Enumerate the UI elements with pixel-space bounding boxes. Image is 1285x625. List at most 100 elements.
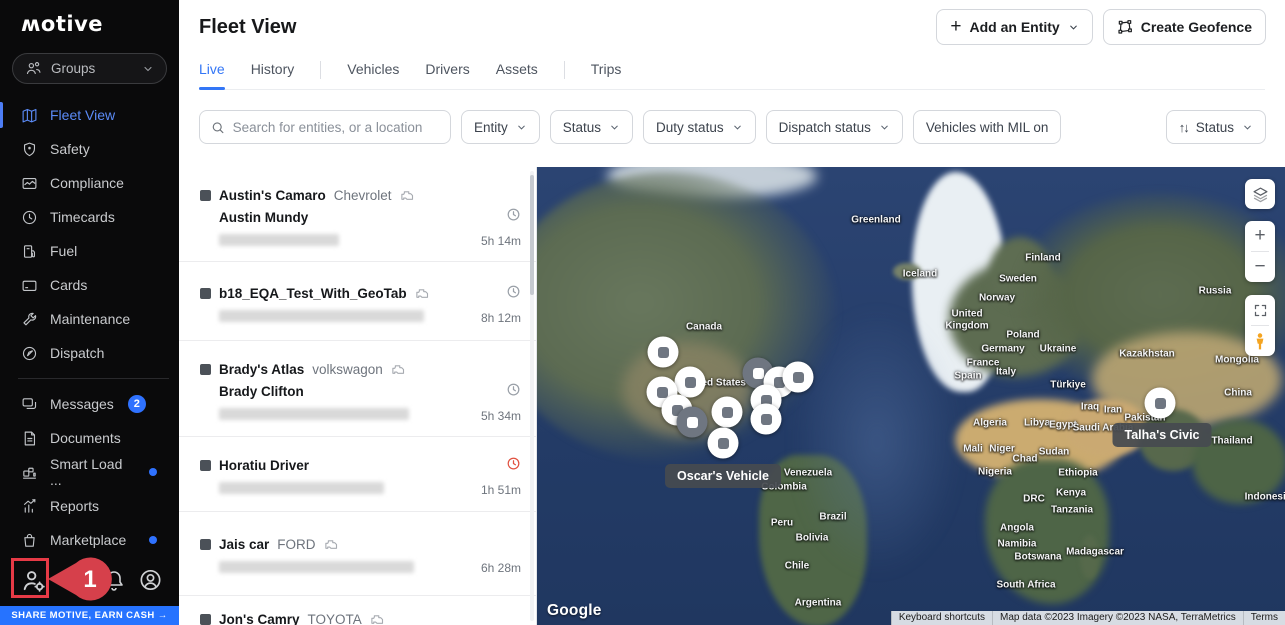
sidebar-item-fleet-view[interactable]: Fleet View bbox=[0, 98, 179, 132]
vehicle-label[interactable]: Talha's Civic bbox=[1113, 423, 1212, 447]
vehicle-label[interactable]: Oscar's Vehicle bbox=[665, 464, 781, 488]
chevron-down-icon bbox=[142, 63, 154, 75]
zoom-in-button[interactable]: + bbox=[1245, 221, 1275, 251]
account-icon[interactable] bbox=[138, 566, 163, 594]
sidebar-item-timecards[interactable]: Timecards bbox=[0, 200, 179, 234]
keyboard-shortcuts-link[interactable]: Keyboard shortcuts bbox=[891, 611, 992, 625]
redacted-address bbox=[219, 561, 414, 573]
search-box[interactable] bbox=[199, 110, 451, 144]
share-motive-banner[interactable]: SHARE MOTIVE, EARN CASH → bbox=[0, 606, 179, 625]
vehicle-name: Brady's Atlas bbox=[219, 362, 304, 377]
clock-icon bbox=[21, 209, 38, 226]
sidebar-item-fuel[interactable]: Fuel bbox=[0, 234, 179, 268]
tab-drivers[interactable]: Drivers bbox=[425, 61, 469, 89]
layers-button[interactable] bbox=[1245, 179, 1275, 209]
sidebar-item-label: Smart Load ... bbox=[50, 456, 137, 488]
create-geofence-button[interactable]: Create Geofence bbox=[1103, 9, 1266, 45]
vehicle-cluster-marker[interactable] bbox=[712, 397, 743, 428]
vehicle-cluster-marker[interactable] bbox=[1145, 388, 1176, 419]
map-icon bbox=[21, 107, 38, 124]
wrench-icon bbox=[21, 311, 38, 328]
tab-live[interactable]: Live bbox=[199, 61, 225, 89]
shopping-bag-icon bbox=[21, 532, 38, 549]
shield-icon bbox=[21, 141, 38, 158]
vehicle-cluster-marker[interactable] bbox=[648, 337, 679, 368]
sidebar-item-documents[interactable]: Documents bbox=[0, 421, 179, 455]
engine-icon bbox=[324, 538, 339, 551]
vehicle-maker: Chevrolet bbox=[334, 188, 392, 203]
new-feature-dot bbox=[149, 536, 157, 544]
map-land bbox=[985, 459, 1109, 604]
scrollbar-thumb[interactable] bbox=[530, 175, 534, 295]
vehicle-row[interactable]: Horatiu Driver 1h 51m bbox=[179, 437, 536, 512]
vehicle-square-icon bbox=[200, 614, 211, 625]
mil-filter-label: Vehicles with MIL on bbox=[926, 120, 1049, 135]
fleet-view-app: ʍotive Groups Fleet View Safety Complian… bbox=[0, 0, 1285, 625]
sidebar-item-label: Messages bbox=[50, 396, 114, 412]
chevron-down-icon bbox=[609, 122, 620, 133]
duration: 8h 12m bbox=[481, 311, 521, 325]
sidebar-item-messages[interactable]: Messages 2 bbox=[0, 387, 179, 421]
vehicle-list: Austin's Camaro Chevrolet Austin Mundy 5… bbox=[179, 167, 537, 625]
redacted-address bbox=[219, 310, 424, 322]
duty-status-filter-label: Duty status bbox=[656, 120, 724, 135]
banner-label: SHARE MOTIVE, EARN CASH → bbox=[11, 610, 167, 621]
vehicle-cluster-marker[interactable] bbox=[783, 362, 814, 393]
search-input[interactable] bbox=[233, 120, 439, 135]
vehicle-maker: TOYOTA bbox=[308, 612, 362, 625]
vehicle-row[interactable]: Brady's Atlas volkswagon Brady Clifton 5… bbox=[179, 341, 536, 437]
sidebar-item-dispatch[interactable]: Dispatch bbox=[0, 336, 179, 370]
vehicle-maker: volkswagon bbox=[312, 362, 383, 377]
chevron-down-icon bbox=[732, 122, 743, 133]
vehicle-row[interactable]: Austin's Camaro Chevrolet Austin Mundy 5… bbox=[179, 167, 536, 262]
vehicle-cluster-marker[interactable] bbox=[675, 367, 706, 398]
street-view-pegman[interactable] bbox=[1245, 326, 1275, 356]
sidebar-item-label: Fleet View bbox=[50, 107, 115, 123]
fullscreen-button[interactable] bbox=[1245, 295, 1275, 325]
groups-selector[interactable]: Groups bbox=[12, 53, 167, 84]
add-entity-button[interactable]: + Add an Entity bbox=[936, 9, 1092, 45]
redacted-address bbox=[219, 482, 384, 494]
vehicle-row[interactable]: Jon's Camry TOYOTA bbox=[179, 596, 536, 625]
sidebar-item-marketplace[interactable]: Marketplace bbox=[0, 523, 179, 557]
dispatch-status-filter[interactable]: Dispatch status bbox=[766, 110, 903, 144]
zoom-out-button[interactable]: − bbox=[1245, 252, 1275, 282]
tab-trips[interactable]: Trips bbox=[591, 61, 622, 89]
annotation-number: 1 bbox=[83, 566, 96, 593]
duration-clock-icon bbox=[506, 207, 521, 222]
vehicle-cluster-marker[interactable] bbox=[708, 428, 739, 459]
sidebar-item-maintenance[interactable]: Maintenance bbox=[0, 302, 179, 336]
entity-filter[interactable]: Entity bbox=[461, 110, 540, 144]
map-country-label: Greenland bbox=[851, 214, 900, 226]
vehicle-cluster-marker[interactable] bbox=[677, 407, 708, 438]
sort-button[interactable]: ↑↓ Status bbox=[1166, 110, 1266, 144]
sidebar-item-safety[interactable]: Safety bbox=[0, 132, 179, 166]
tab-assets[interactable]: Assets bbox=[496, 61, 538, 89]
sidebar-item-cards[interactable]: Cards bbox=[0, 268, 179, 302]
sidebar-item-smart-load[interactable]: Smart Load ... bbox=[0, 455, 179, 489]
create-geofence-label: Create Geofence bbox=[1141, 19, 1252, 35]
active-indicator bbox=[0, 102, 3, 128]
map-layers-control bbox=[1245, 179, 1275, 209]
vehicle-row[interactable]: b18_EQA_Test_With_GeoTab 8h 12m bbox=[179, 262, 536, 341]
tab-history[interactable]: History bbox=[251, 61, 295, 89]
sidebar-item-label: Timecards bbox=[50, 209, 115, 225]
sidebar-item-reports[interactable]: Reports bbox=[0, 489, 179, 523]
sidebar-item-label: Reports bbox=[50, 498, 99, 514]
vehicle-cluster-marker[interactable] bbox=[751, 404, 782, 435]
sidebar-item-compliance[interactable]: Compliance bbox=[0, 166, 179, 200]
sort-arrows-icon: ↑↓ bbox=[1179, 120, 1188, 135]
mil-filter[interactable]: Vehicles with MIL on bbox=[913, 110, 1062, 144]
terms-link[interactable]: Terms bbox=[1243, 611, 1285, 625]
tab-vehicles[interactable]: Vehicles bbox=[347, 61, 399, 89]
map[interactable]: GreenlandIcelandCanadaRussiaUnited State… bbox=[537, 167, 1285, 625]
redacted-address bbox=[219, 234, 339, 246]
pegman-icon bbox=[1253, 333, 1267, 350]
duty-status-filter[interactable]: Duty status bbox=[643, 110, 756, 144]
sidebar-item-label: Maintenance bbox=[50, 311, 130, 327]
status-filter[interactable]: Status bbox=[550, 110, 633, 144]
vehicle-row[interactable]: Jais car FORD 6h 28m bbox=[179, 512, 536, 596]
sidebar-item-label: Documents bbox=[50, 430, 121, 446]
add-entity-label: Add an Entity bbox=[969, 19, 1059, 35]
annotation-highlight-box bbox=[11, 558, 49, 598]
